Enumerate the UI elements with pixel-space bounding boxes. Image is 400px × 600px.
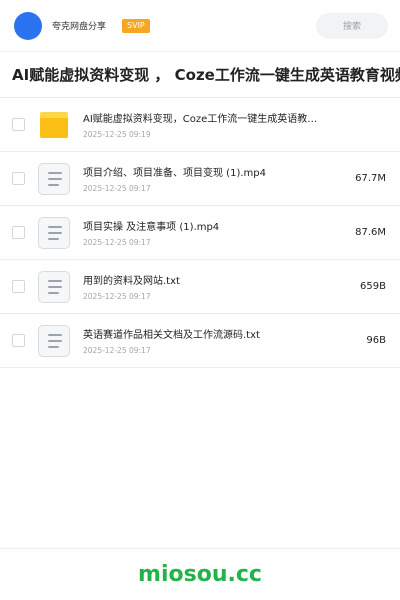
file-info: AI赋能虚拟资料变现，Coze工作流一键生成英语教… 2025-12-25 09… bbox=[83, 110, 386, 139]
share-title-bar: AI赋能虚拟资料变现 ， Coze工作流一键生成英语教育视频 bbox=[0, 52, 400, 98]
file-date: 2025-12-25 09:17 bbox=[83, 292, 151, 301]
row-checkbox[interactable] bbox=[12, 280, 25, 293]
document-shape bbox=[38, 162, 70, 195]
file-info: 英语赛道作品相关文档及工作流源码.txt 2025-12-25 09:17 bbox=[83, 326, 356, 355]
document-icon bbox=[37, 216, 71, 250]
file-row[interactable]: 英语赛道作品相关文档及工作流源码.txt 2025-12-25 09:17 96… bbox=[0, 314, 400, 368]
file-info: 项目实操 及注意事项 (1).mp4 2025-12-25 09:17 bbox=[83, 218, 345, 247]
file-name: AI赋能虚拟资料变现，Coze工作流一键生成英语教… bbox=[83, 114, 318, 125]
document-icon bbox=[37, 162, 71, 196]
file-date: 2025-12-25 09:17 bbox=[83, 238, 151, 247]
avatar[interactable] bbox=[14, 11, 42, 40]
share-title: AI赋能虚拟资料变现 ， Coze工作流一键生成英语教育视频 bbox=[12, 66, 400, 84]
row-checkbox[interactable] bbox=[12, 118, 25, 131]
file-list: AI赋能虚拟资料变现，Coze工作流一键生成英语教… 2025-12-25 09… bbox=[0, 98, 400, 368]
folder-icon bbox=[37, 108, 71, 142]
document-icon bbox=[37, 324, 71, 358]
document-icon bbox=[37, 270, 71, 304]
svip-badge: SVIP bbox=[122, 18, 150, 33]
file-name: 英语赛道作品相关文档及工作流源码.txt bbox=[83, 330, 260, 341]
file-name: 项目实操 及注意事项 (1).mp4 bbox=[83, 222, 220, 233]
file-name: 用到的资料及网站.txt bbox=[83, 276, 180, 287]
file-size: 659B bbox=[360, 281, 386, 292]
row-checkbox[interactable] bbox=[12, 226, 25, 239]
file-row[interactable]: 项目介绍、项目准备、项目变现 (1).mp4 2025-12-25 09:17 … bbox=[0, 152, 400, 206]
file-info: 用到的资料及网站.txt 2025-12-25 09:17 bbox=[83, 272, 350, 301]
file-name: 项目介绍、项目准备、项目变现 (1).mp4 bbox=[83, 168, 266, 179]
document-shape bbox=[38, 216, 70, 249]
file-date: 2025-12-25 09:17 bbox=[83, 346, 151, 355]
document-shape bbox=[38, 324, 70, 357]
app-header: 夸克网盘分享 SVIP 搜索 bbox=[0, 0, 400, 52]
folder-shape bbox=[40, 111, 68, 138]
document-shape bbox=[38, 270, 70, 303]
file-size: 96B bbox=[366, 335, 386, 346]
file-date: 2025-12-25 09:19 bbox=[83, 130, 151, 139]
sharer-name: 夸克网盘分享 bbox=[52, 22, 107, 32]
row-checkbox[interactable] bbox=[12, 334, 25, 347]
file-row-folder[interactable]: AI赋能虚拟资料变现，Coze工作流一键生成英语教… 2025-12-25 09… bbox=[0, 98, 400, 152]
search-button[interactable]: 搜索 bbox=[316, 12, 388, 39]
file-date: 2025-12-25 09:17 bbox=[83, 184, 151, 193]
search-label: 搜索 bbox=[342, 22, 361, 32]
file-row[interactable]: 用到的资料及网站.txt 2025-12-25 09:17 659B bbox=[0, 260, 400, 314]
row-checkbox[interactable] bbox=[12, 172, 25, 185]
file-row[interactable]: 项目实操 及注意事项 (1).mp4 2025-12-25 09:17 87.6… bbox=[0, 206, 400, 260]
footer: miosou.cc bbox=[0, 548, 400, 600]
file-size: 87.6M bbox=[355, 227, 386, 238]
brand-watermark: miosou.cc bbox=[138, 562, 262, 587]
file-info: 项目介绍、项目准备、项目变现 (1).mp4 2025-12-25 09:17 bbox=[83, 164, 345, 193]
file-size: 67.7M bbox=[355, 173, 386, 184]
